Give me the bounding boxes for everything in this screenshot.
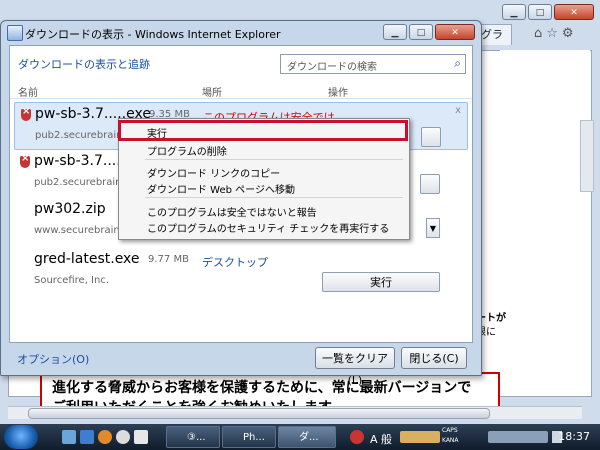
taskbar-item[interactable]: ③...: [166, 426, 220, 448]
menu-item-delete[interactable]: プログラムの削除: [147, 143, 227, 158]
menu-separator: [145, 197, 403, 198]
view-track-downloads-link[interactable]: ダウンロードの表示と追跡: [18, 56, 150, 72]
scrollbar-thumb[interactable]: [28, 408, 490, 419]
gear-icon[interactable]: ⚙: [562, 26, 578, 41]
column-header-name[interactable]: 名前: [18, 84, 38, 99]
download-location-link[interactable]: デスクトップ: [202, 254, 268, 270]
ie-icon[interactable]: [80, 430, 94, 444]
dialog-close-icon[interactable]: ✕: [435, 24, 475, 40]
background-side-text-2: 限に: [476, 327, 496, 338]
ie-window-icon: [7, 25, 23, 41]
background-window-controls: ▁ □ ✕: [502, 4, 594, 20]
dialog-maximize-icon[interactable]: □: [409, 24, 433, 40]
dialog-window-controls: ▁ □ ✕: [383, 24, 475, 40]
menu-separator: [145, 159, 403, 160]
run-button[interactable]: 実行: [322, 272, 440, 292]
browser-tool-icons[interactable]: ⌂☆⚙: [534, 26, 594, 44]
ime-tool-icons[interactable]: [400, 431, 440, 443]
firefox-icon[interactable]: [98, 430, 112, 444]
background-side-text-1: ートが: [476, 313, 506, 324]
dialog-titlebar[interactable]: ダウンロードの表示 - Windows Internet Explorer ▁ …: [1, 21, 481, 45]
clock[interactable]: 18:37: [558, 430, 590, 443]
remove-download-icon[interactable]: x: [455, 105, 461, 116]
minimize-icon[interactable]: ▁: [502, 4, 526, 20]
maximize-icon[interactable]: □: [528, 4, 552, 20]
background-right-column: [500, 50, 590, 395]
background-vertical-scrollbar[interactable]: [580, 120, 594, 192]
download-size: 9.77 MB: [148, 254, 189, 265]
taskbar-item-active[interactable]: ダ...: [278, 426, 336, 448]
background-tab-label: グラ: [481, 28, 503, 41]
column-header-actions[interactable]: 操作: [328, 84, 348, 99]
menu-item-report-unsafe[interactable]: このプログラムは安全ではないと報告: [147, 204, 317, 219]
show-desktop-icon[interactable]: [62, 430, 76, 444]
search-placeholder: ダウンロードの検索: [287, 62, 377, 73]
menu-item-rerun-check[interactable]: このプログラムのセキュリティ チェックを再実行する: [147, 220, 389, 235]
download-name: gred-latest.exe: [34, 251, 140, 267]
caps-indicator: CAPS: [442, 427, 458, 434]
chrome-icon[interactable]: [116, 430, 130, 444]
close-button[interactable]: 閉じる(C): [401, 347, 467, 369]
shield-warning-icon: [21, 106, 31, 121]
dialog-minimize-icon[interactable]: ▁: [383, 24, 407, 40]
banner-line-1: 進化する脅威からお客様を保護するために、常に最新バージョンで: [52, 380, 472, 396]
menu-item-go-to-page[interactable]: ダウンロード Web ページへ移動: [147, 181, 295, 196]
kana-indicator: KANA: [442, 437, 459, 444]
download-action-button[interactable]: [420, 174, 440, 194]
download-source: Sourcefire, Inc.: [34, 275, 110, 286]
highlight-box: [118, 120, 408, 141]
download-action-button[interactable]: [421, 127, 441, 147]
chevron-down-icon[interactable]: ▼: [426, 218, 440, 238]
taskbar-item[interactable]: Ph...: [222, 426, 276, 448]
close-icon[interactable]: ✕: [554, 4, 594, 20]
taskbar: ③... Ph... ダ... A 般 CAPS KANA 18:37: [0, 424, 600, 450]
menu-item-copy-link[interactable]: ダウンロード リンクのコピー: [147, 165, 280, 180]
options-link[interactable]: オプション(O): [17, 351, 89, 367]
shield-warning-icon: [20, 153, 30, 168]
header-divider: [10, 98, 472, 99]
favorites-star-icon[interactable]: ☆: [546, 26, 562, 41]
background-horizontal-scrollbar[interactable]: [8, 406, 582, 419]
column-header-location[interactable]: 場所: [202, 84, 222, 99]
notification-icons[interactable]: [488, 431, 548, 443]
search-icon[interactable]: ⌕: [454, 56, 461, 71]
clear-list-button[interactable]: 一覧をクリア(L): [315, 347, 395, 387]
ime-indicator[interactable]: A 般: [370, 431, 392, 447]
dialog-title: ダウンロードの表示 - Windows Internet Explorer: [25, 28, 281, 41]
security-tray-icon[interactable]: [350, 430, 364, 444]
home-icon[interactable]: ⌂: [534, 26, 546, 41]
download-row[interactable]: gred-latest.exe 9.77 MB デスクトップ Sourcefir…: [14, 248, 468, 296]
quicklaunch-icon[interactable]: [134, 430, 148, 444]
download-search-input[interactable]: ダウンロードの検索 ⌕: [280, 54, 466, 74]
start-button[interactable]: [4, 425, 38, 449]
download-name: pw302.zip: [34, 201, 106, 217]
